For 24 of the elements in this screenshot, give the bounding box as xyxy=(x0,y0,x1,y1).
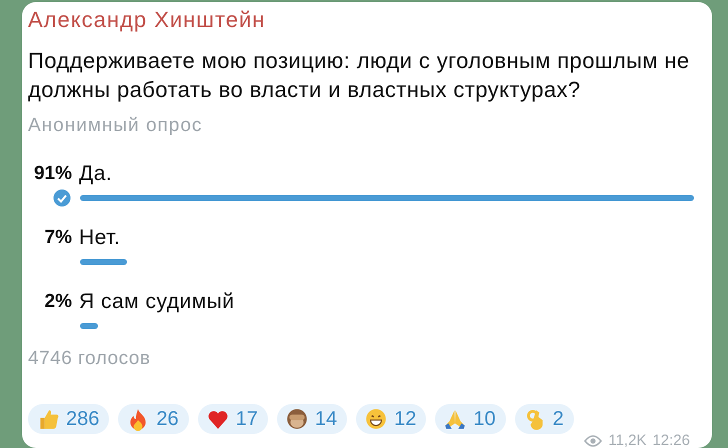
option-label: Нет. xyxy=(79,225,120,252)
result-bar xyxy=(80,259,128,265)
views-icon xyxy=(584,434,602,448)
reaction-button[interactable]: 10 xyxy=(435,404,506,434)
message-time: 12:26 xyxy=(652,434,690,448)
author-name[interactable]: Александр Хинштейн xyxy=(28,8,712,32)
reaction-button[interactable]: 17 xyxy=(198,404,268,434)
reaction-button[interactable]: 12 xyxy=(356,404,426,434)
reaction-button[interactable]: 26 xyxy=(118,404,189,434)
option-percent: 7% xyxy=(44,226,72,250)
poll-type: Анонимный опрос xyxy=(28,114,204,138)
grin-face-icon xyxy=(364,407,388,431)
vote-count: 4746 голосов xyxy=(28,348,152,370)
poll-question: Поддерживаете мою позицию: люди с уголовным прошлым не должны работать во власти и властных структурах? xyxy=(28,47,691,104)
reaction-button[interactable]: 14 xyxy=(276,404,348,434)
option-label: Я сам судимый xyxy=(79,289,234,316)
option-percent: 2% xyxy=(44,290,72,314)
option-percent: 91% xyxy=(32,162,72,186)
monkey-icon xyxy=(284,407,309,431)
option-label: Да. xyxy=(79,161,112,188)
view-count: 11,2K xyxy=(608,434,646,448)
reaction-button[interactable]: 2 xyxy=(514,404,574,434)
reaction-button[interactable]: 286 xyxy=(28,404,110,434)
result-bar xyxy=(80,323,98,329)
